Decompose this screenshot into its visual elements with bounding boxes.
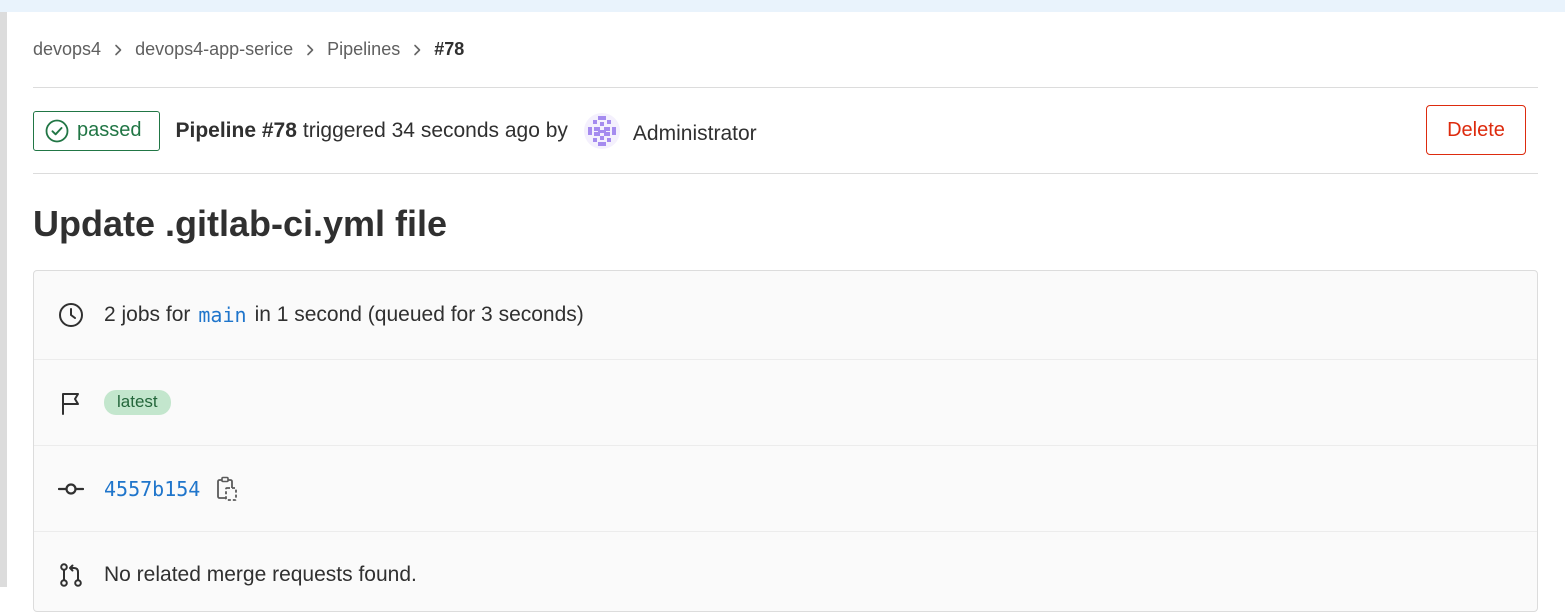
commit-icon: [58, 476, 84, 502]
pipeline-details-card: 2 jobs for main in 1 second (queued for …: [33, 270, 1538, 612]
check-circle-icon: [45, 119, 69, 143]
jobs-row: 2 jobs for main in 1 second (queued for …: [34, 271, 1537, 360]
jobs-suffix: in 1 second (queued for 3 seconds): [254, 303, 584, 326]
pipeline-header: passed Pipeline #78 triggered 34 seconds…: [33, 88, 1538, 174]
breadcrumb-current[interactable]: #78: [434, 39, 464, 60]
chevron-right-icon: [113, 44, 123, 56]
breadcrumb: devops4 devops4-app-serice Pipelines #78: [33, 12, 1538, 88]
top-banner-strip: [0, 0, 1565, 12]
merge-requests-row: No related merge requests found.: [34, 532, 1537, 611]
pipeline-info: Pipeline #78 triggered 34 seconds ago by: [176, 119, 568, 143]
commit-row: 4557b154: [34, 446, 1537, 532]
tags-row: latest: [34, 360, 1537, 446]
sidebar-edge: [0, 12, 7, 587]
breadcrumb-group[interactable]: devops4: [33, 39, 101, 60]
breadcrumb-project[interactable]: devops4-app-serice: [135, 39, 293, 60]
commit-sha-link[interactable]: 4557b154: [104, 477, 200, 501]
branch-link[interactable]: main: [198, 303, 246, 327]
flag-icon: [58, 390, 84, 416]
copy-to-clipboard-icon[interactable]: [214, 476, 240, 502]
latest-badge: latest: [104, 390, 171, 415]
chevron-right-icon: [412, 44, 422, 56]
author-name[interactable]: Administrator: [633, 122, 757, 146]
pipeline-id: Pipeline #78: [175, 118, 297, 142]
pipeline-page: devops4 devops4-app-serice Pipelines #78…: [33, 12, 1538, 612]
merge-request-icon: [58, 562, 84, 588]
merge-requests-text: No related merge requests found.: [104, 562, 417, 586]
delete-button[interactable]: Delete: [1426, 105, 1526, 155]
chevron-right-icon: [305, 44, 315, 56]
triggered-text: triggered 34 seconds ago by: [302, 118, 568, 142]
page-title: Update .gitlab-ci.yml file: [33, 203, 448, 244]
avatar[interactable]: [583, 112, 620, 149]
jobs-prefix: 2 jobs for: [104, 303, 191, 326]
status-badge[interactable]: passed: [33, 110, 160, 151]
clock-icon: [58, 302, 84, 328]
breadcrumb-pipelines[interactable]: Pipelines: [327, 39, 400, 60]
status-label: passed: [77, 119, 142, 141]
